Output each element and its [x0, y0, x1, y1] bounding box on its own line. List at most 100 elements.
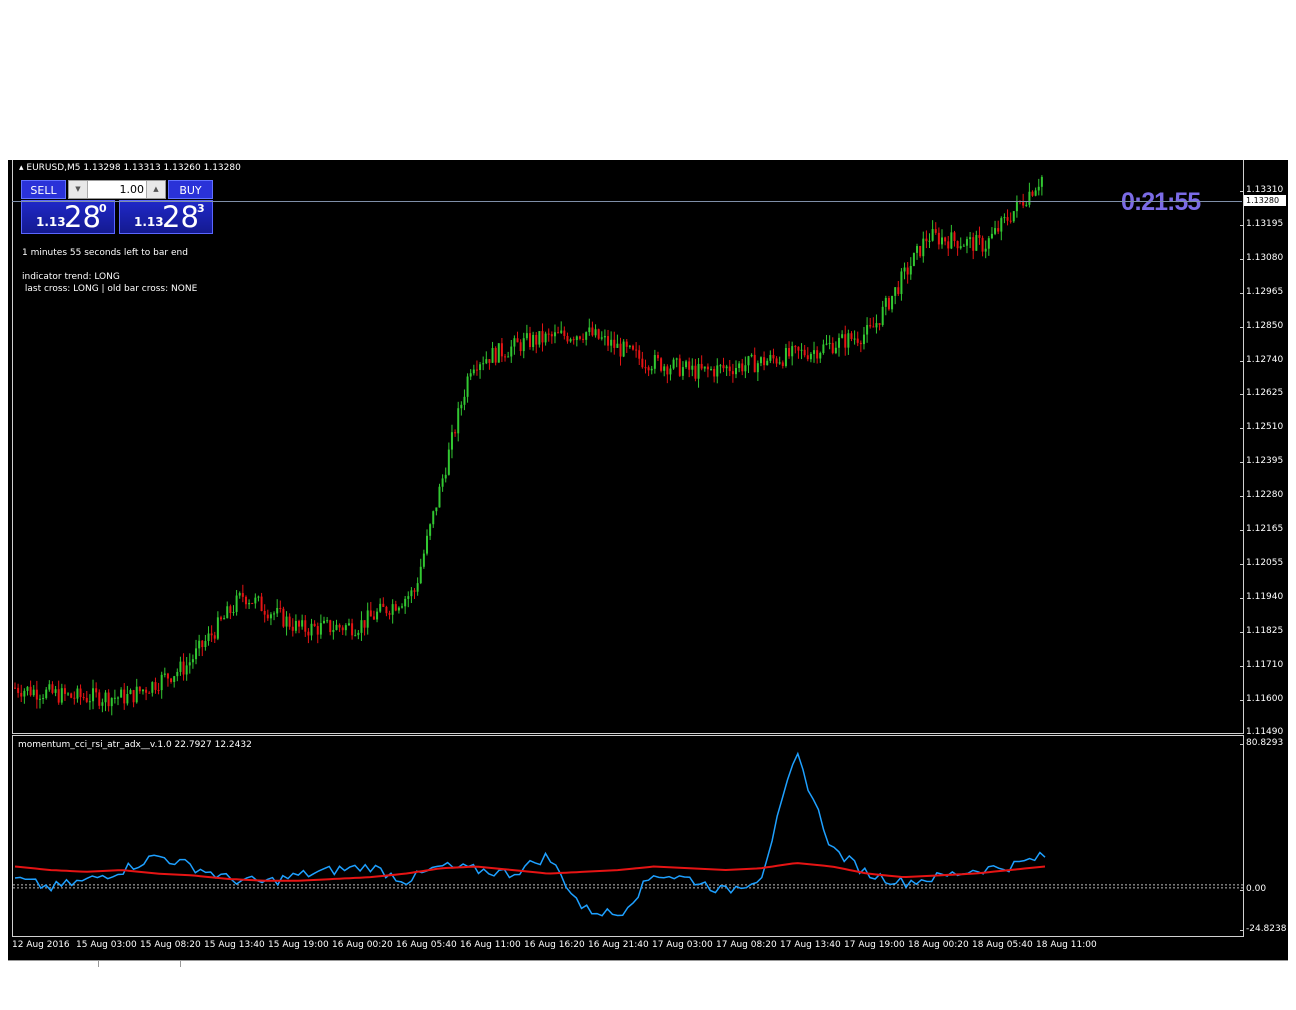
candle-body [179, 661, 182, 672]
candle-body [422, 553, 425, 567]
candle-body [329, 620, 332, 633]
symbol-quote: EURUSD,M5 1.13298 1.13313 1.13260 1.1328… [26, 163, 241, 173]
candle-body [210, 633, 213, 636]
price-scale[interactable]: 1.13310 1.13195 1.13080 1.12965 1.12850 1.127… [1239, 160, 1288, 936]
candle-body [163, 673, 166, 675]
bar-countdown: 0:21:55 [1121, 188, 1201, 216]
candle-body [825, 343, 828, 345]
candle-body [875, 323, 878, 328]
candle-body [990, 233, 993, 239]
buy-button[interactable]: BUY [168, 180, 213, 199]
candle-body [1006, 217, 1009, 221]
lot-decrease-icon[interactable]: ▼ [69, 181, 88, 198]
candle-body [282, 608, 285, 627]
candle-body [916, 246, 919, 253]
price-tick-label: 1.12395 [1239, 456, 1284, 467]
chart-tabs-bar [8, 960, 1288, 969]
candle-body [291, 626, 294, 631]
candle-body [510, 346, 513, 357]
indicator-pane[interactable]: momentum_cci_rsi_atr_adx__v.1.0 22.7927 … [12, 735, 1244, 937]
candle-body [307, 631, 310, 636]
candle-body [791, 346, 794, 357]
time-tick-label: 15 Aug 19:00 [268, 940, 329, 950]
candle-body [744, 365, 747, 372]
candle-body [535, 334, 538, 345]
candle-body [454, 432, 457, 434]
candle-body [784, 347, 787, 366]
candle-body [959, 246, 962, 249]
time-axis[interactable]: 12 Aug 2016 15 Aug 03:00 15 Aug 08:20 15 Au… [12, 938, 1242, 958]
candle-body [298, 620, 301, 627]
candle-body [457, 408, 460, 434]
candle-body [466, 376, 469, 397]
candle-body [397, 607, 400, 611]
candle-body [912, 252, 915, 266]
candle-body [394, 604, 397, 611]
candle-body [482, 363, 485, 365]
candle-body [607, 336, 610, 346]
chart-tab[interactable] [100, 961, 181, 967]
candle-body [800, 349, 803, 351]
candle-body [26, 686, 29, 691]
indicator-chart [13, 751, 1243, 917]
candle-body [610, 339, 613, 346]
candle-body [166, 673, 169, 679]
candle-body [582, 338, 585, 340]
candle-body [132, 690, 135, 703]
candle-body [831, 342, 834, 354]
buy-price-box[interactable]: 1.13 28 3 [119, 200, 213, 234]
candle-body [909, 265, 912, 275]
candle-body [42, 698, 45, 700]
price-tick-label: 1.11490 [1239, 727, 1284, 738]
indicator-tick-label: 80.8293 [1239, 738, 1284, 748]
candle-body [838, 337, 840, 348]
candle-body [95, 688, 98, 693]
candle-body [731, 371, 734, 375]
candle-body [641, 358, 644, 368]
candle-body [541, 331, 544, 343]
candle-body [953, 232, 956, 242]
candle-body [513, 338, 516, 347]
chart-tab[interactable] [8, 961, 99, 967]
candle-body [67, 693, 70, 695]
candle-body [878, 323, 881, 325]
price-tick-label: 1.13080 [1239, 252, 1284, 263]
candle-body [338, 624, 341, 628]
time-tick-label: 18 Aug 05:40 [972, 940, 1033, 950]
candle-body [950, 232, 953, 249]
candle-body [691, 365, 694, 370]
candle-body [984, 248, 987, 252]
candle-body [404, 598, 407, 607]
candle-body [48, 684, 51, 690]
candle-body [1003, 217, 1006, 219]
candle-body [922, 238, 925, 257]
chart-window[interactable]: ▴ EURUSD,M5 1.13298 1.13313 1.13260 1.13… [8, 160, 1288, 960]
candle-body [151, 682, 154, 693]
price-chart-pane[interactable]: ▴ EURUSD,M5 1.13298 1.13313 1.13260 1.13… [12, 160, 1244, 734]
candle-body [819, 353, 822, 359]
candle-body [1028, 191, 1031, 205]
candle-body [529, 333, 531, 348]
lot-increase-icon[interactable]: ▲ [146, 181, 165, 198]
price-tick-label: 1.12850 [1239, 320, 1284, 331]
candle-body [550, 334, 553, 337]
candle-body [376, 611, 379, 620]
candle-body [504, 356, 507, 358]
sell-button[interactable]: SELL [21, 180, 66, 199]
lot-size-input[interactable] [89, 181, 144, 198]
candle-body [660, 358, 663, 371]
time-tick-label: 16 Aug 11:00 [460, 940, 521, 950]
candle-body [70, 693, 73, 698]
candle-body [176, 671, 179, 677]
buy-price-fraction: 3 [197, 202, 205, 215]
sell-price-box[interactable]: 1.13 28 0 [21, 200, 115, 234]
lot-size-stepper[interactable]: ▼ ▲ [68, 180, 166, 199]
price-tick-label: 1.12510 [1239, 422, 1284, 433]
collapse-arrow-icon[interactable]: ▴ [19, 163, 24, 173]
candle-body [241, 593, 244, 597]
candle-body [775, 358, 778, 364]
candle-body [781, 362, 784, 366]
indicator-tick-label: -24.8238 [1239, 924, 1287, 934]
candle-body [385, 606, 388, 614]
candle-body [919, 246, 922, 257]
